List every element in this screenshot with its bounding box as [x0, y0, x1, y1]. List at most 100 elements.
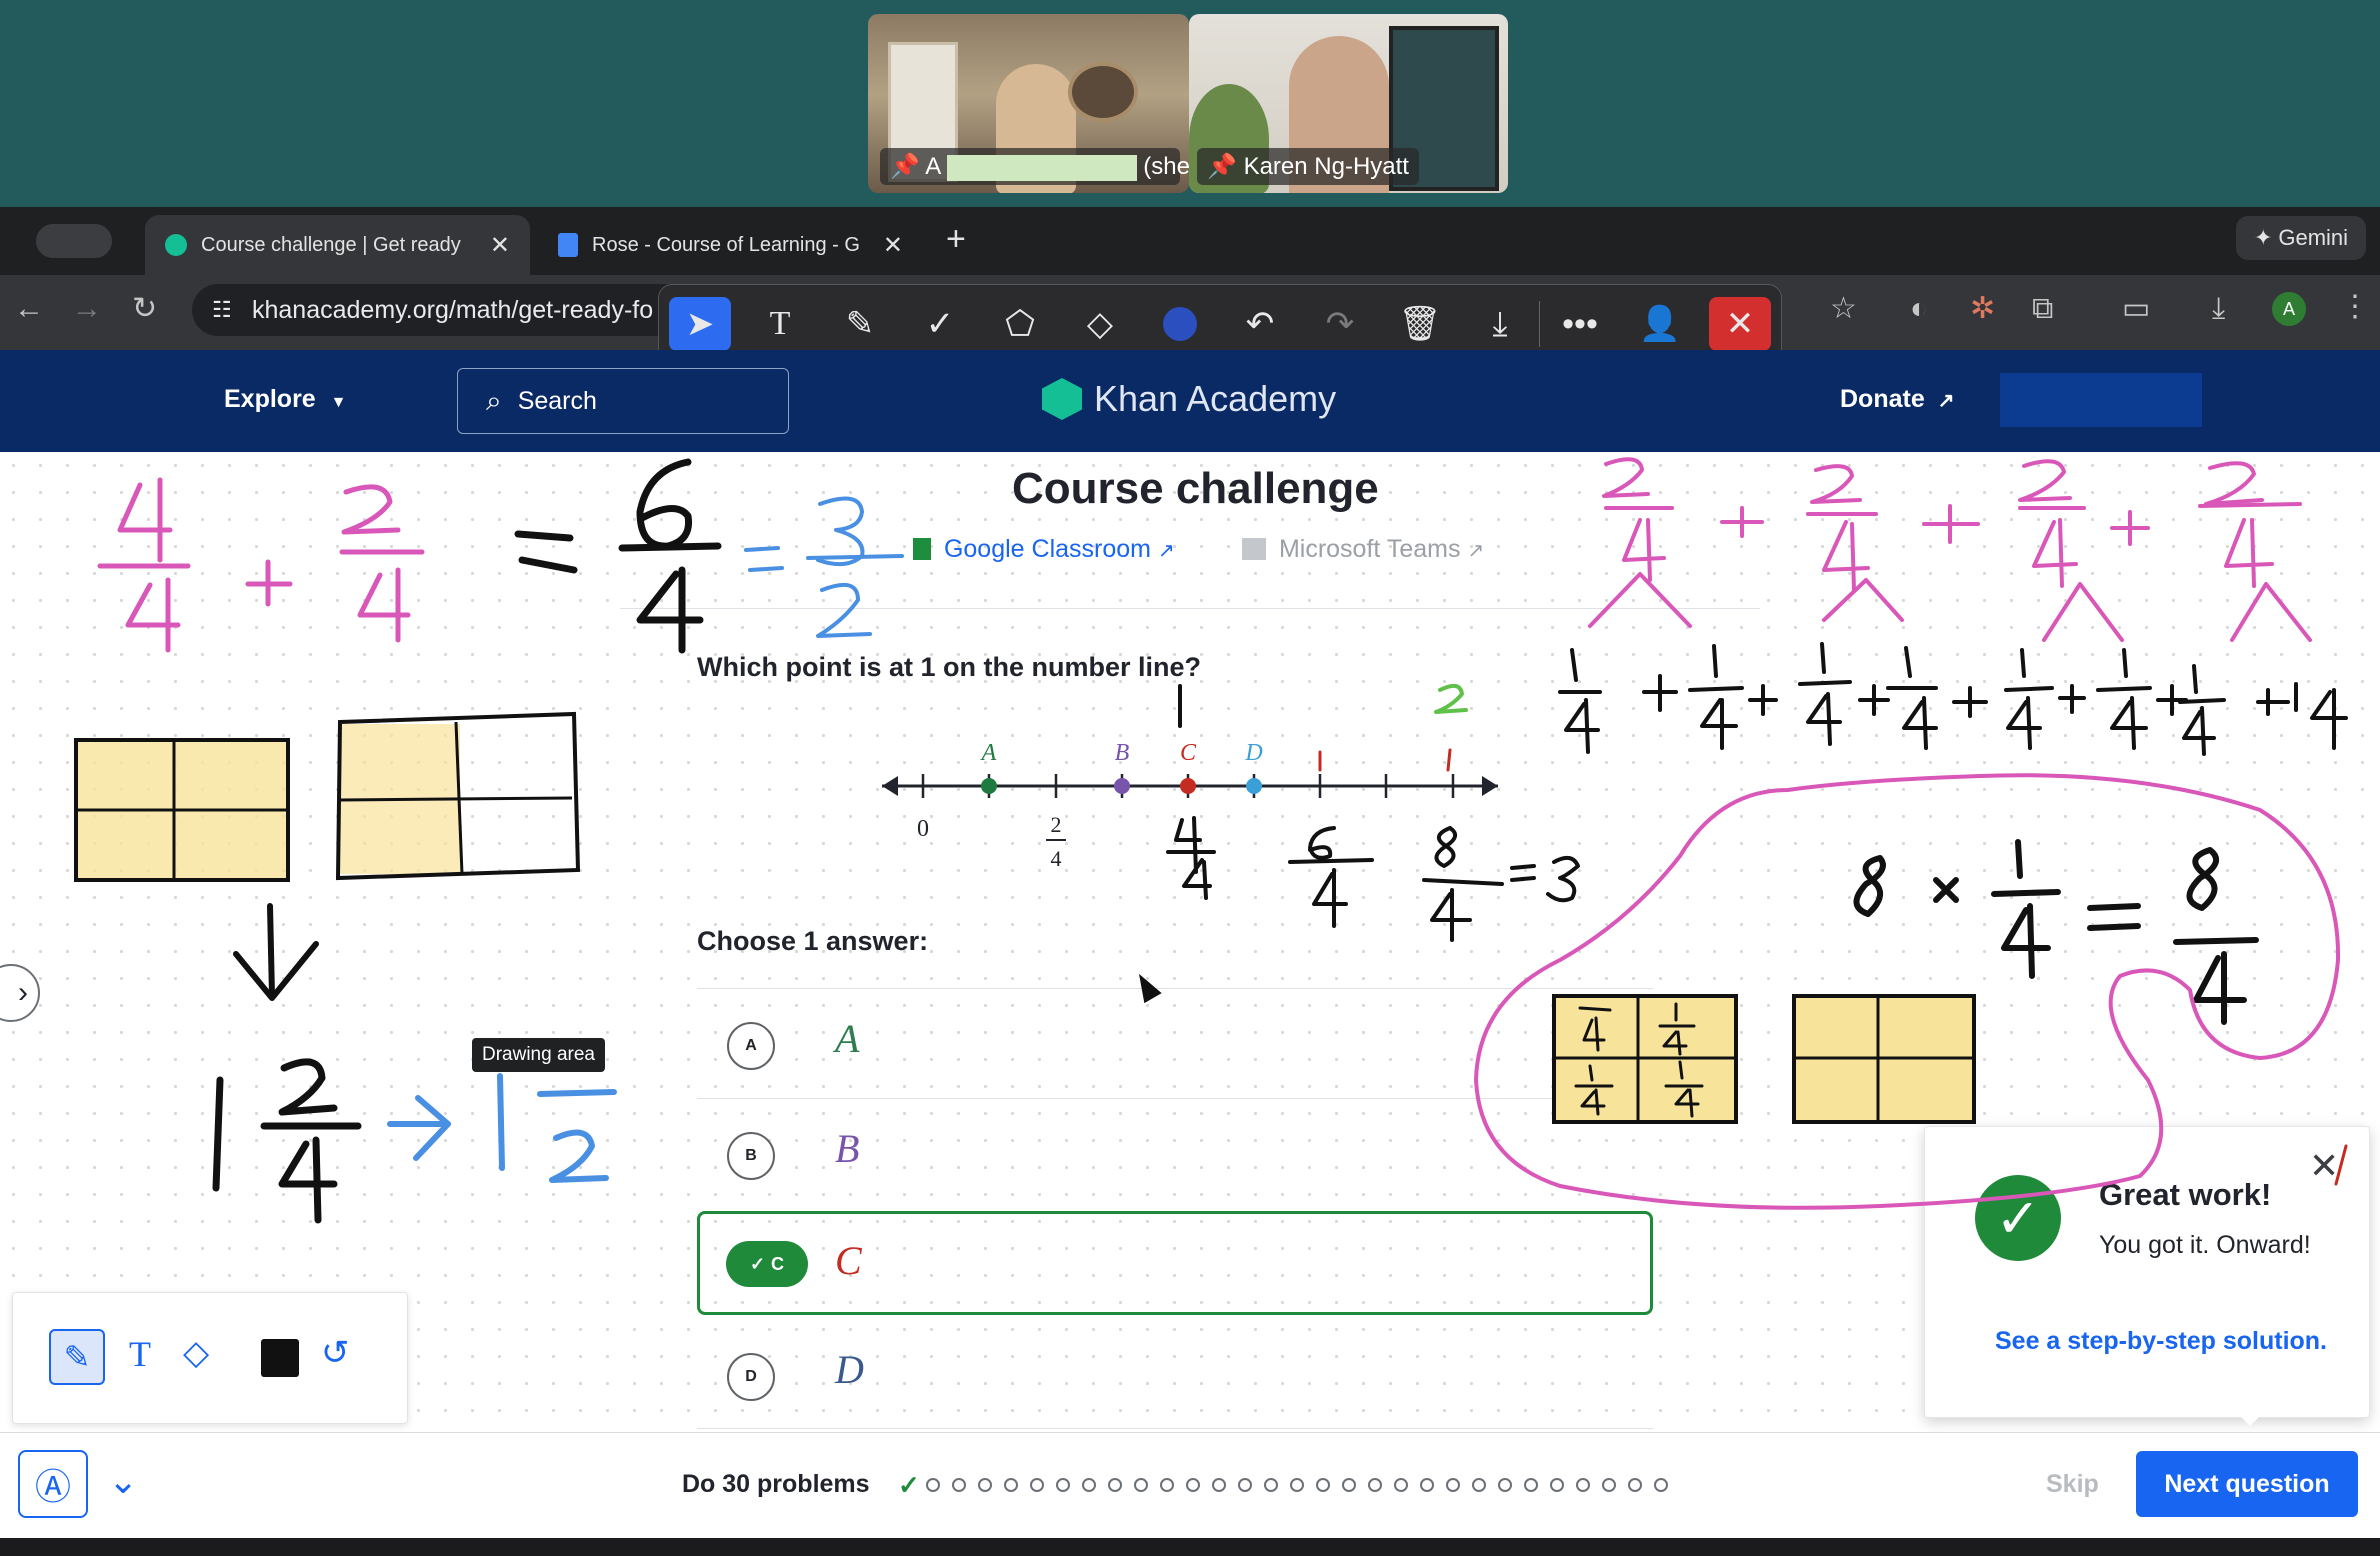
- site-info-icon[interactable]: ☷: [212, 297, 232, 323]
- download-icon[interactable]: ⤓: [2212, 294, 2225, 324]
- next-question-button[interactable]: Next question: [2136, 1451, 2358, 1517]
- progress-dot: [1264, 1478, 1278, 1492]
- progress-dot: [1186, 1478, 1200, 1492]
- pin-icon: 📌: [890, 153, 920, 180]
- docs-favicon: [558, 233, 578, 257]
- redo-icon[interactable]: ↷: [1309, 297, 1371, 351]
- option-d[interactable]: D D: [697, 1320, 1653, 1422]
- header-divider: [620, 608, 1760, 609]
- progress-dot: [1602, 1478, 1616, 1492]
- axis-arrow-right: [1482, 776, 1498, 796]
- options-bottom-divider: [697, 1428, 1653, 1429]
- participant-name-student: 📌 A (she...: [880, 148, 1189, 185]
- progress-dot: [1082, 1478, 1096, 1492]
- chrome-menu-icon[interactable]: ⋮: [2340, 292, 2370, 322]
- check-icon: ✓: [749, 1253, 766, 1274]
- redacted-account-button[interactable]: [2000, 373, 2202, 427]
- extension-icon[interactable]: ◐: [1910, 294, 1928, 324]
- new-tab-button[interactable]: +: [946, 220, 966, 259]
- external-link-icon: ↗: [1467, 540, 1485, 562]
- spotlight-arrow-icon[interactable]: ⬠: [989, 297, 1051, 351]
- undo-icon[interactable]: ↶: [1229, 297, 1291, 351]
- eraser-tool-icon[interactable]: ◇: [1069, 297, 1131, 351]
- progress-dot: [1524, 1478, 1538, 1492]
- progress-check-icon: ✓: [898, 1469, 920, 1500]
- option-d-letter: D: [727, 1353, 775, 1401]
- khan-leaf-icon: [1042, 378, 1082, 420]
- drawing-area-tooltip: Drawing area: [472, 1038, 605, 1072]
- close-feedback-icon[interactable]: ✕: [2309, 1145, 2339, 1187]
- reload-icon[interactable]: ↻: [132, 294, 157, 324]
- explore-menu[interactable]: Explore ▼: [224, 385, 347, 414]
- extension-icon-2[interactable]: ✲: [1970, 294, 1995, 324]
- chevron-down-icon[interactable]: ⌄: [108, 1460, 138, 1502]
- donate-link[interactable]: Donate ↗: [1840, 385, 1954, 414]
- text-tool-icon[interactable]: T: [129, 1333, 151, 1375]
- trash-icon[interactable]: 🗑: [1389, 297, 1451, 351]
- option-d-label: D: [835, 1347, 864, 1392]
- option-c-label: C: [835, 1238, 862, 1283]
- tick-label-numerator: 2: [1051, 812, 1062, 837]
- save-download-icon[interactable]: ⤓: [1469, 297, 1531, 351]
- skip-button[interactable]: Skip: [2046, 1470, 2099, 1499]
- progress-dot: [1472, 1478, 1486, 1492]
- annotator-name-icon[interactable]: 👤: [1629, 297, 1691, 351]
- eraser-icon[interactable]: ◇: [183, 1333, 209, 1373]
- feedback-card: ✓ Great work! You got it. Onward! ✕ See …: [1924, 1126, 2370, 1418]
- option-a[interactable]: A A: [697, 988, 1653, 1090]
- gemini-button[interactable]: ✦ Gemini: [2236, 216, 2366, 260]
- progress-dots: ✓: [898, 1468, 1668, 1502]
- close-annotation-icon[interactable]: ✕: [1709, 297, 1771, 351]
- tab-search-button[interactable]: [36, 224, 112, 258]
- google-classroom-link[interactable]: Google Classroom ↗: [913, 535, 1175, 564]
- microsoft-teams-link[interactable]: Microsoft Teams ↗: [1242, 535, 1484, 564]
- undo-icon[interactable]: ↺: [321, 1333, 350, 1373]
- point-a: [981, 778, 997, 794]
- select-tool-icon[interactable]: ➤: [669, 297, 731, 351]
- participant-name-teacher: 📌 Karen Ng-Hyatt: [1197, 148, 1419, 185]
- progress-dot: [1420, 1478, 1434, 1492]
- forward-icon[interactable]: →: [72, 294, 102, 324]
- stamp-check-icon[interactable]: ✓: [909, 297, 971, 351]
- profile-avatar[interactable]: A: [2272, 292, 2306, 326]
- progress-dot: [1212, 1478, 1226, 1492]
- khan-logo[interactable]: Khan Academy: [1042, 378, 1336, 420]
- label-a: A: [980, 740, 997, 766]
- pencil-tool-icon[interactable]: ✎: [49, 1329, 105, 1385]
- progress-dot: [1446, 1478, 1460, 1492]
- step-by-step-link[interactable]: See a step-by-step solution.: [1995, 1327, 2327, 1356]
- option-c-check-pill: ✓ C: [726, 1241, 808, 1287]
- back-icon[interactable]: ←: [14, 294, 44, 324]
- tab-course-challenge[interactable]: Course challenge | Get ready ✕: [145, 215, 530, 275]
- option-b[interactable]: B B: [697, 1098, 1653, 1200]
- close-tab-icon[interactable]: ✕: [883, 231, 903, 260]
- video-tile-teacher: 📌 Karen Ng-Hyatt: [1189, 14, 1508, 193]
- option-c-selected[interactable]: ✓ C C: [697, 1211, 1653, 1315]
- feedback-message: You got it. Onward!: [2099, 1231, 2311, 1259]
- more-icon[interactable]: •••: [1549, 297, 1611, 351]
- reading-mode-icon[interactable]: ▭: [2122, 294, 2150, 324]
- mirror: [1068, 62, 1138, 122]
- progress-dot: [1030, 1478, 1044, 1492]
- text-tool-icon[interactable]: T: [749, 297, 811, 351]
- accessibility-button[interactable]: Ⓐ: [18, 1450, 88, 1518]
- pen-tool-icon[interactable]: ✎: [829, 297, 891, 351]
- feedback-title: Great work!: [2099, 1177, 2272, 1212]
- color-picker-icon[interactable]: [1149, 297, 1211, 351]
- color-swatch[interactable]: [261, 1339, 299, 1377]
- point-c: [1180, 778, 1196, 794]
- progress-dot: [1498, 1478, 1512, 1492]
- progress-dot: [952, 1478, 966, 1492]
- progress-dot: [1238, 1478, 1252, 1492]
- close-tab-icon[interactable]: ✕: [490, 231, 510, 260]
- screen: 📌 A (she... 📌 Karen Ng-Hyatt Course chal…: [0, 0, 2380, 1556]
- teams-icon: [1242, 538, 1266, 560]
- extensions-puzzle-icon[interactable]: ⧉: [2032, 294, 2053, 324]
- tab-rose-course[interactable]: Rose - Course of Learning - G ✕: [538, 215, 923, 275]
- bookmark-star-icon[interactable]: ☆: [1830, 294, 1857, 324]
- number-line: A B C D 0 2 4: [882, 740, 1498, 871]
- sparkle-icon: ✦: [2253, 225, 2273, 250]
- point-d: [1246, 778, 1262, 794]
- search-icon: ⌕: [486, 384, 502, 416]
- search-input[interactable]: ⌕ Search: [457, 368, 789, 434]
